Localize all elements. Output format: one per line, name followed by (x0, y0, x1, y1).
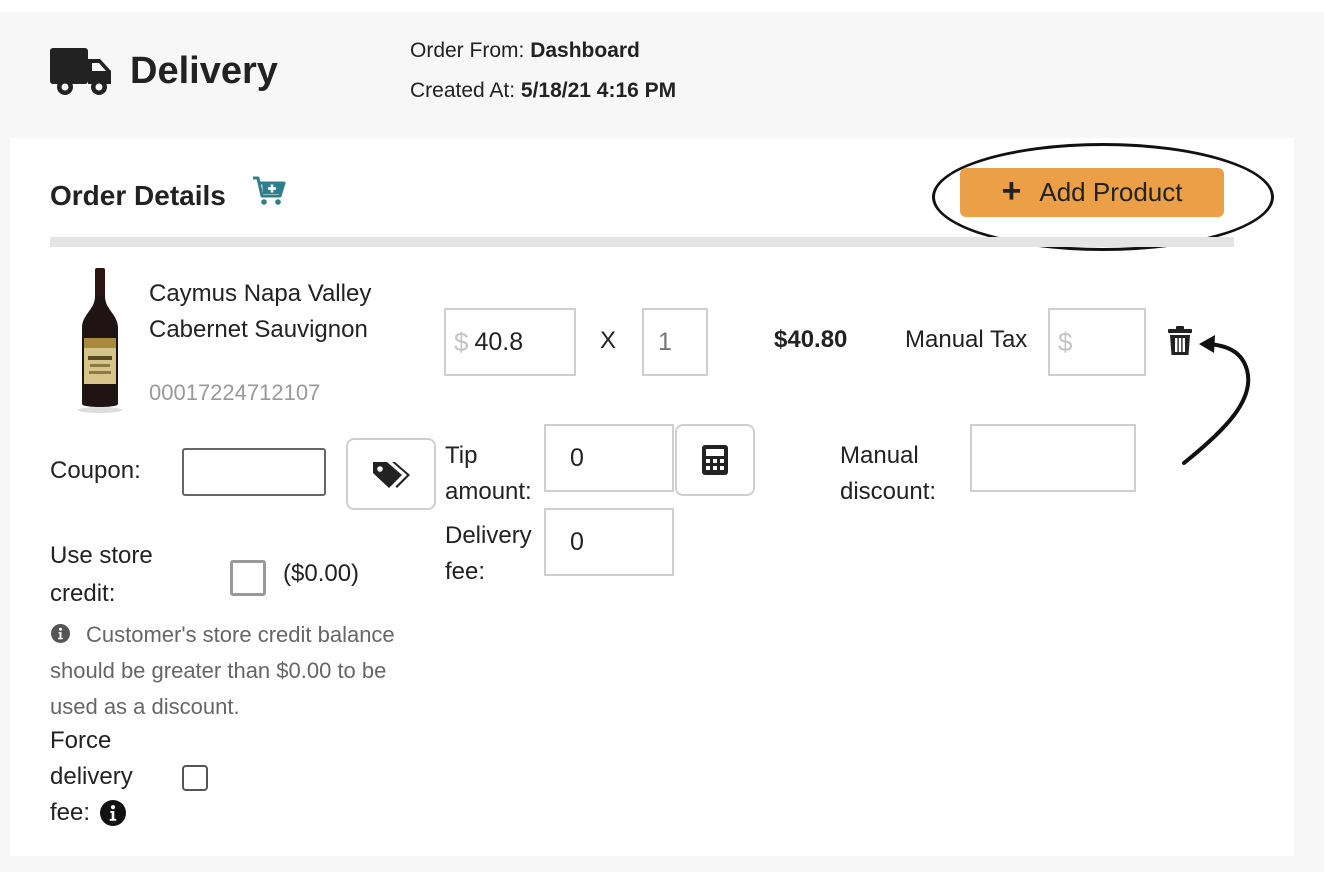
quantity-value: 1 (658, 327, 672, 356)
coupon-label: Coupon: (50, 457, 141, 484)
delivery-fee-input[interactable]: 0 (544, 508, 674, 576)
manual-tax-label: Manual Tax (905, 326, 1028, 353)
product-name: Caymus Napa Valley Cabernet Sauvignon (149, 280, 372, 343)
tip-amount-value: 0 (570, 443, 584, 472)
force-delivery-label-line-3: fee: (50, 799, 91, 826)
store-credit-amount: ($0.00) (283, 560, 360, 587)
store-credit-checkbox[interactable] (230, 560, 266, 596)
line-total: $40.80 (774, 326, 848, 353)
order-details-title: Order Details (50, 180, 226, 211)
manual-discount-label: Manual discount: (840, 442, 937, 505)
store-credit-info: Customer's store credit balance should b… (50, 622, 395, 719)
force-delivery-info-icon[interactable] (100, 800, 126, 826)
tip-amount-input[interactable]: 0 (544, 424, 674, 492)
quantity-input[interactable]: 1 (642, 308, 708, 376)
created-at-label: Created At: (410, 79, 516, 102)
multiply-sign: X (600, 327, 617, 354)
order-from-value: Dashboard (530, 39, 640, 62)
wine-bottle-image (78, 268, 122, 413)
page-title: Delivery (130, 50, 278, 92)
order-from-label: Order From: (410, 39, 525, 62)
add-product-label: Add Product (1039, 177, 1183, 207)
delivery-fee-value: 0 (570, 527, 584, 556)
force-delivery-checkbox[interactable] (182, 765, 208, 791)
order-from: Order From: Dashboard (410, 39, 640, 63)
price-currency: $ (454, 326, 469, 357)
apply-coupon-button[interactable] (346, 438, 436, 510)
tip-calculator-button[interactable] (675, 424, 755, 496)
truck-icon (50, 48, 111, 95)
tags-icon (373, 462, 410, 488)
created-at-value: 5/18/21 4:16 PM (520, 79, 677, 102)
annotation-arrow (1182, 335, 1251, 465)
manual-discount-input[interactable] (970, 424, 1136, 492)
price-input[interactable]: $ 40.8 (444, 308, 576, 376)
product-sku: 00017224712107 (149, 380, 321, 405)
coupon-input[interactable] (182, 448, 326, 496)
store-credit-label: Use store credit: (50, 542, 153, 607)
created-at: Created At: 5/18/21 4:16 PM (410, 79, 676, 103)
price-value: 40.8 (474, 327, 524, 356)
plus-icon: + (1001, 171, 1022, 210)
divider (50, 237, 1234, 247)
page-gutter-bottom (0, 856, 1324, 872)
manual-tax-input[interactable]: $ (1048, 308, 1146, 376)
tip-amount-label: Tip amount: (445, 442, 532, 505)
add-product-button[interactable]: + Add Product (960, 168, 1224, 217)
force-delivery-label-line-1: Force (50, 727, 112, 754)
delivery-fee-label: Delivery fee: (445, 522, 532, 585)
page-gutter-right (1294, 138, 1324, 872)
calculator-icon (702, 445, 728, 475)
cart-plus-icon[interactable] (252, 176, 286, 206)
page-gutter-left (0, 138, 10, 872)
force-delivery-label-line-2: delivery (50, 763, 133, 790)
manual-tax-currency: $ (1058, 326, 1073, 357)
